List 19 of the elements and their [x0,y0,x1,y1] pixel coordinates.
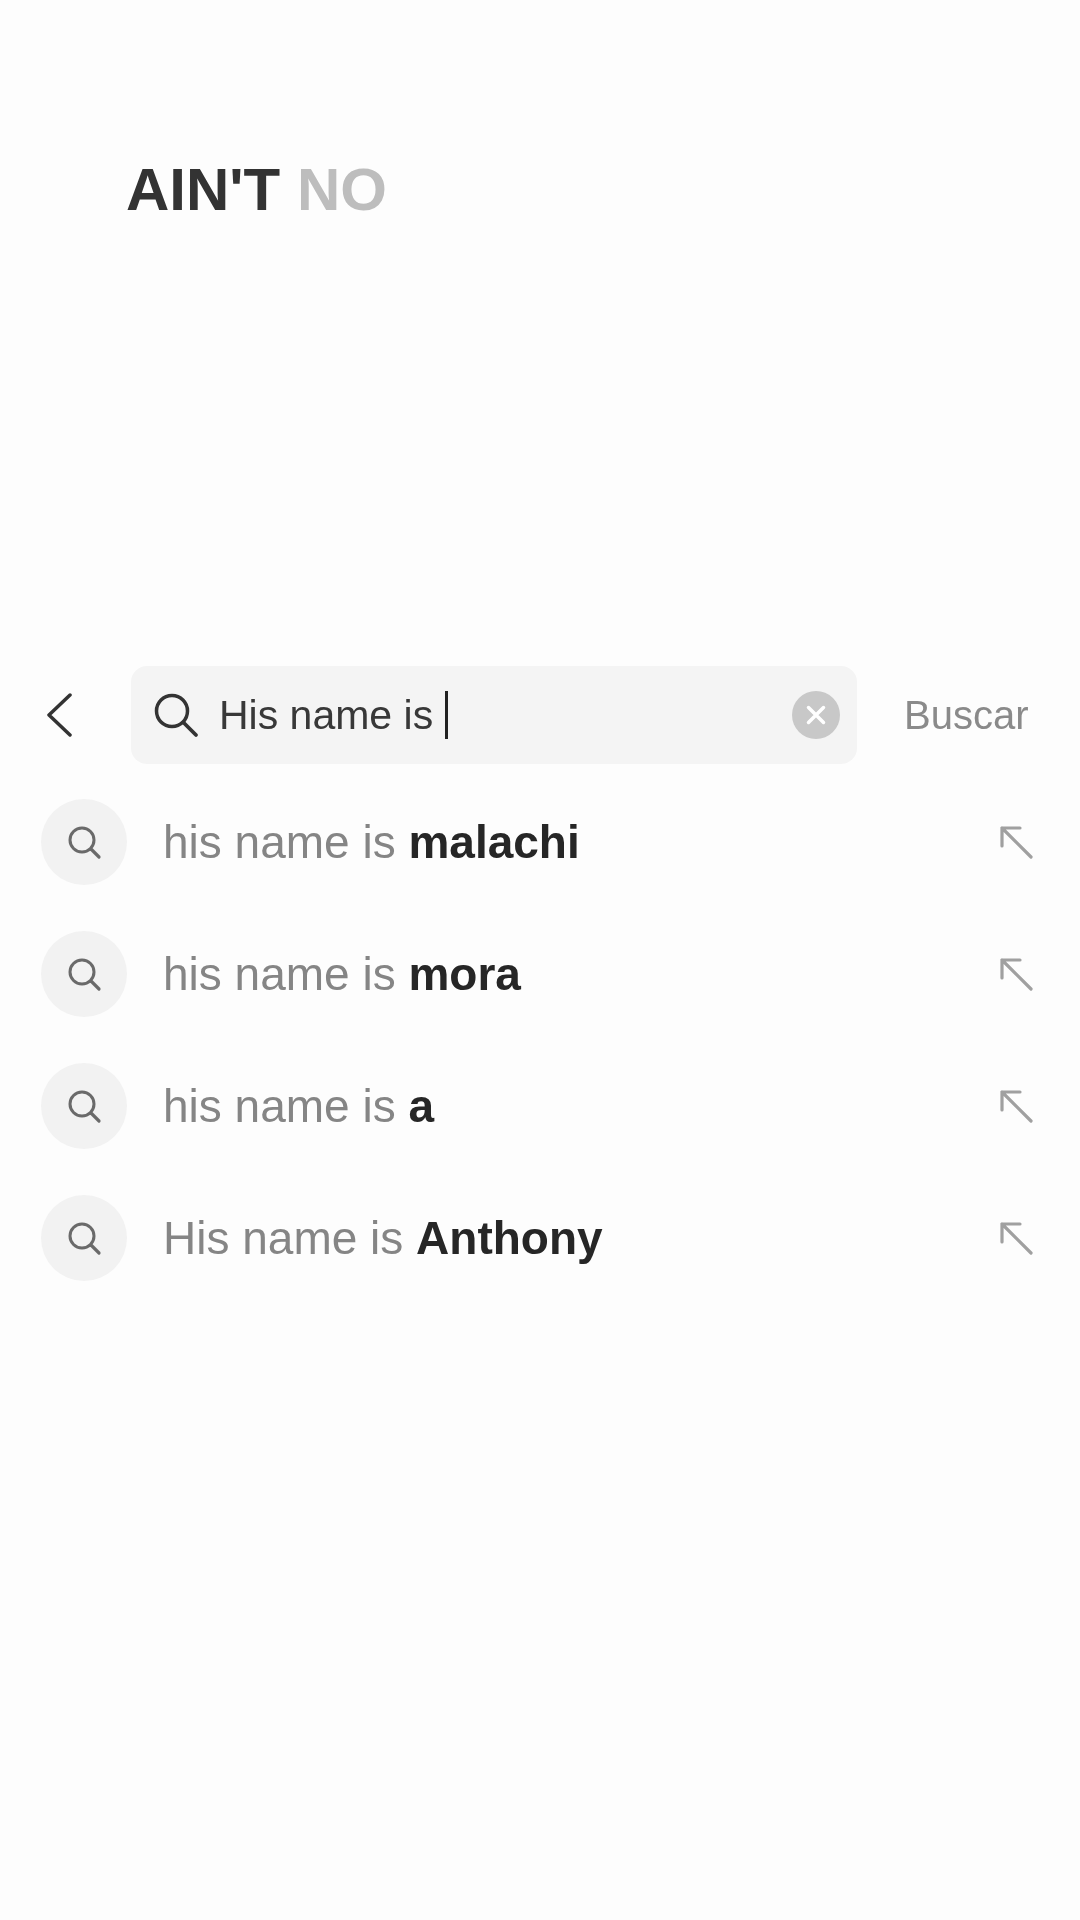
search-icon [41,931,127,1017]
suggestion-text[interactable]: his name is mora [163,946,521,1002]
arrow-up-left-icon[interactable] [998,1088,1034,1124]
search-icon [41,799,127,885]
arrow-up-left-icon[interactable] [998,956,1034,992]
lyric-word: AIN'T [126,156,281,223]
back-icon[interactable] [45,693,73,737]
suggestion-text[interactable]: His name is Anthony [163,1210,603,1266]
search-icon [41,1063,127,1149]
suggestion-text[interactable]: his name is malachi [163,814,580,870]
lyric-word: NO [296,156,387,223]
arrow-up-left-icon[interactable] [998,824,1034,860]
suggestion-text[interactable]: his name is a [163,1078,435,1134]
search-field[interactable]: His name is [131,666,857,764]
search-query-text[interactable]: His name is [219,690,434,740]
search-icon [153,692,199,738]
search-icon [41,1195,127,1281]
arrow-up-left-icon[interactable] [998,1220,1034,1256]
clear-icon[interactable] [792,691,840,739]
